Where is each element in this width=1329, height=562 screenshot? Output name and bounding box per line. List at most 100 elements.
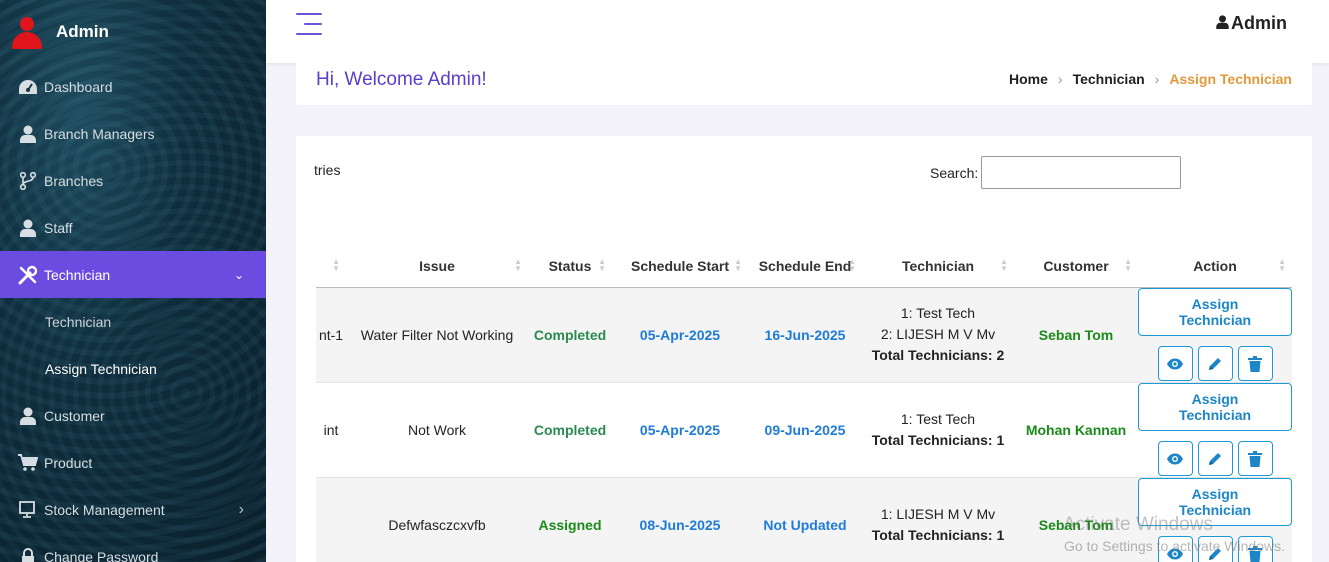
sidebar-brand[interactable]: Admin <box>0 0 266 63</box>
cell-technician: 1: Test Tech 2: LIJESH M V Mv Total Tech… <box>862 287 1014 383</box>
sidebar-item-label: Staff <box>44 219 73 236</box>
assign-technician-button[interactable]: Assign Technician <box>1138 383 1292 431</box>
technician-entry: 1: Test Tech <box>900 305 976 321</box>
breadcrumb-technician[interactable]: Technician <box>1073 71 1145 87</box>
sidebar-item-label: Dashboard <box>44 78 113 95</box>
sort-icon: ▲ ▼ <box>514 257 522 273</box>
cell-truncated: nt-1 <box>316 287 346 383</box>
sidebar-item-technician[interactable]: Technician ⌄ <box>0 251 266 298</box>
status-badge: Assigned <box>528 477 612 562</box>
cart-icon <box>18 453 38 473</box>
user-icon <box>18 124 38 144</box>
monitor-icon <box>18 500 38 520</box>
cell-schedule-start: 05-Apr-2025 <box>612 287 748 383</box>
column-header-issue[interactable]: Issue ▲ ▼ <box>346 245 528 288</box>
cell-schedule-start: 05-Apr-2025 <box>612 382 748 478</box>
status-badge: Completed <box>528 382 612 478</box>
sidebar-subitem-assign-technician[interactable]: Assign Technician <box>0 345 266 392</box>
column-header-customer[interactable]: Customer ▲ ▼ <box>1014 245 1138 288</box>
cell-issue: Not Work <box>346 382 528 478</box>
sort-icon: ▲ ▼ <box>1124 257 1132 273</box>
user-icon <box>18 218 38 238</box>
cell-issue: Defwfasczcxvfb <box>346 477 528 562</box>
delete-button[interactable] <box>1237 441 1273 476</box>
cell-action: Assign Technician <box>1138 287 1292 383</box>
sidebar-item-branch-managers[interactable]: Branch Managers <box>0 110 266 157</box>
cell-schedule-start: 08-Jun-2025 <box>612 477 748 562</box>
column-header-schedule-start[interactable]: Schedule Start ▲ ▼ <box>612 245 748 288</box>
menu-toggle-icon[interactable] <box>296 13 324 35</box>
sort-icon: ▲ ▼ <box>848 257 856 273</box>
cell-customer: Mohan Kannan <box>1014 382 1138 478</box>
view-button[interactable] <box>1157 346 1193 381</box>
sort-icon: ▲ ▼ <box>1000 257 1008 273</box>
lock-icon <box>18 547 38 562</box>
sidebar-item-label: Product <box>44 454 93 471</box>
brand-name: Admin <box>56 21 109 41</box>
sort-icon: ▲ ▼ <box>734 257 742 273</box>
activate-windows-title: Activate Windows <box>1063 514 1213 535</box>
column-header[interactable]: ▲ ▼ <box>316 245 346 288</box>
sidebar-item-staff[interactable]: Staff <box>0 204 266 251</box>
eye-icon <box>1167 453 1183 464</box>
admin-avatar-icon <box>12 15 42 49</box>
sort-icon: ▲ ▼ <box>598 257 606 273</box>
sidebar-item-label: Stock Management <box>44 501 165 518</box>
top-header: Admin <box>266 0 1329 63</box>
sidebar-item-label: Branch Managers <box>44 125 155 142</box>
sidebar-item-change-password[interactable]: Change Password <box>0 533 266 562</box>
delete-button[interactable] <box>1237 346 1273 381</box>
user-icon <box>1216 13 1229 34</box>
sidebar-item-product[interactable]: Product <box>0 439 266 486</box>
cell-schedule-end: Not Updated <box>748 477 862 562</box>
sidebar-item-branches[interactable]: Branches <box>0 157 266 204</box>
sort-icon: ▲ ▼ <box>332 257 340 273</box>
technician-entry: 2: LIJESH M V Mv <box>880 326 996 342</box>
column-header-schedule-end[interactable]: Schedule End ▲ ▼ <box>748 245 862 288</box>
edit-button[interactable] <box>1197 346 1233 381</box>
cell-issue: Water Filter Not Working <box>346 287 528 383</box>
table-row: nt-1 Water Filter Not Working Completed … <box>316 287 1292 383</box>
cell-technician: 1: Test Tech Total Technicians: 1 <box>862 382 1014 478</box>
search-label: Search: <box>930 164 979 181</box>
sidebar-subitem-label: Assign Technician <box>45 360 157 377</box>
welcome-bar: Hi, Welcome Admin! Home › Technician › A… <box>296 63 1312 105</box>
activate-windows-subtitle: Go to Settings to activate Windows. <box>1064 538 1285 554</box>
view-button[interactable] <box>1157 441 1193 476</box>
entries-label: tries <box>314 162 341 178</box>
sort-icon: ▲ ▼ <box>1278 257 1286 273</box>
cell-truncated <box>316 477 346 562</box>
user-name: Admin <box>1231 13 1287 33</box>
dashboard-gauge-icon <box>18 77 38 97</box>
pencil-icon <box>1209 357 1221 370</box>
column-header-status[interactable]: Status ▲ ▼ <box>528 245 612 288</box>
sidebar-item-label: Branches <box>44 172 104 189</box>
column-header-action[interactable]: Action ▲ ▼ <box>1138 245 1292 288</box>
sidebar-item-label: Customer <box>44 407 105 424</box>
sidebar-subitem-label: Technician <box>45 313 112 330</box>
branch-icon <box>18 171 38 191</box>
table-card: tries Search: ▲ ▼ Issue ▲ ▼ Status ▲ ▼ Schedu… <box>296 136 1312 562</box>
cell-technician: 1: LIJESH M V Mv Total Technicians: 1 <box>862 477 1014 562</box>
sidebar-nav: Dashboard Branch Managers Branches Staff… <box>0 63 266 562</box>
user-menu[interactable]: Admin <box>1216 13 1287 34</box>
chevron-down-icon: ⌄ <box>233 267 244 282</box>
sidebar-item-stock-management[interactable]: Stock Management › <box>0 486 266 533</box>
user-icon <box>18 406 38 426</box>
assign-technician-button[interactable]: Assign Technician <box>1138 288 1292 336</box>
search-input[interactable] <box>981 156 1182 189</box>
cell-schedule-end: 16-Jun-2025 <box>748 287 862 383</box>
breadcrumb-home[interactable]: Home <box>1009 71 1048 87</box>
technician-entry: 1: Test Tech <box>900 410 976 427</box>
column-header-technician[interactable]: Technician ▲ ▼ <box>862 245 1014 288</box>
sidebar-item-dashboard[interactable]: Dashboard <box>0 63 266 110</box>
cell-truncated: int <box>316 382 346 478</box>
sidebar-subitem-technician[interactable]: Technician <box>0 298 266 345</box>
eye-icon <box>1167 358 1183 369</box>
sidebar-item-label: Technician <box>44 266 111 283</box>
pencil-icon <box>1209 452 1221 465</box>
cell-schedule-end: 09-Jun-2025 <box>748 382 862 478</box>
technician-total: Total Technicians: 2 <box>871 347 1005 363</box>
sidebar-item-customer[interactable]: Customer <box>0 392 266 439</box>
edit-button[interactable] <box>1197 441 1233 476</box>
